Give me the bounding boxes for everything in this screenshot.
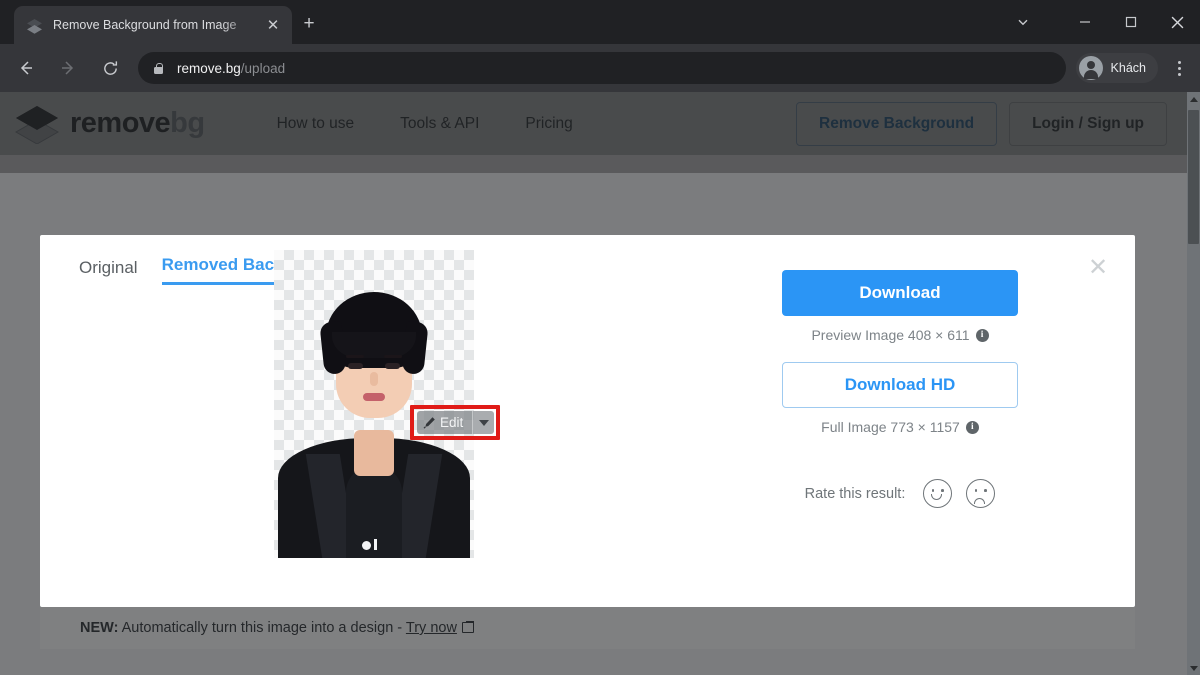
minimize-icon[interactable] <box>1062 0 1108 44</box>
preview-size-caption: Preview Image 408 × 611 i <box>782 327 1018 343</box>
scroll-down-arrow-icon[interactable] <box>1187 661 1200 675</box>
reload-icon[interactable] <box>94 52 126 84</box>
rate-result-label: Rate this result: <box>804 485 906 502</box>
browser-tab[interactable]: Remove Background from Image ✕ <box>14 6 292 44</box>
close-icon[interactable]: ✕ <box>1083 253 1113 283</box>
portrait-subject <box>274 250 474 558</box>
lock-icon <box>152 62 165 75</box>
url-host: remove.bg <box>177 60 241 76</box>
info-icon[interactable]: i <box>965 420 979 434</box>
download-button[interactable]: Download <box>782 270 1018 316</box>
browser-window: Remove Background from Image ✕ + remove.… <box>0 0 1200 675</box>
url-path: /upload <box>240 60 286 76</box>
download-actions: Download Preview Image 408 × 611 i Downl… <box>782 270 1018 508</box>
topbar-dim-overlay <box>0 155 1187 173</box>
plus-icon[interactable]: + <box>296 12 322 38</box>
info-icon[interactable]: i <box>975 328 989 342</box>
browser-toolbar: remove.bg/upload Khách <box>0 44 1200 92</box>
preview-size-text: Preview Image 408 × 611 <box>811 327 970 343</box>
maximize-icon[interactable] <box>1108 0 1154 44</box>
address-bar-url: remove.bg/upload <box>177 61 285 76</box>
download-hd-button[interactable]: Download HD <box>782 362 1018 408</box>
new-banner-dim-overlay <box>40 607 1135 649</box>
profile-button[interactable]: Khách <box>1075 53 1158 83</box>
kebab-menu-icon[interactable] <box>1164 52 1194 84</box>
close-icon[interactable] <box>1154 0 1200 44</box>
edit-highlight-annotation <box>410 405 500 440</box>
web-page: removebg How to use Tools & API Pricing … <box>0 92 1200 675</box>
browser-tab-strip: Remove Background from Image ✕ + <box>0 0 1200 44</box>
scrollbar-thumb[interactable] <box>1188 110 1199 244</box>
smiley-sad-icon[interactable] <box>966 479 996 508</box>
account-circle-icon <box>1078 56 1103 80</box>
window-controls <box>1000 0 1200 44</box>
smiley-happy-icon[interactable] <box>923 479 953 508</box>
full-size-text: Full Image 773 × 1157 <box>821 419 960 435</box>
close-icon[interactable]: ✕ <box>262 14 284 36</box>
profile-name: Khách <box>1110 61 1146 75</box>
arrow-right-icon <box>52 52 84 84</box>
layers-icon <box>26 17 43 34</box>
browser-tab-title: Remove Background from Image <box>53 18 237 32</box>
page-scrollbar[interactable] <box>1187 92 1200 675</box>
rate-result-row: Rate this result: <box>782 479 1018 508</box>
full-size-caption: Full Image 773 × 1157 i <box>782 419 1018 435</box>
scroll-up-arrow-icon[interactable] <box>1187 92 1200 106</box>
chevron-down-icon[interactable] <box>1000 0 1046 44</box>
image-preview[interactable] <box>274 250 474 558</box>
arrow-left-icon[interactable] <box>10 52 42 84</box>
header-dim-overlay <box>0 92 1187 155</box>
tab-original[interactable]: Original <box>79 258 138 285</box>
address-bar[interactable]: remove.bg/upload <box>138 52 1066 84</box>
